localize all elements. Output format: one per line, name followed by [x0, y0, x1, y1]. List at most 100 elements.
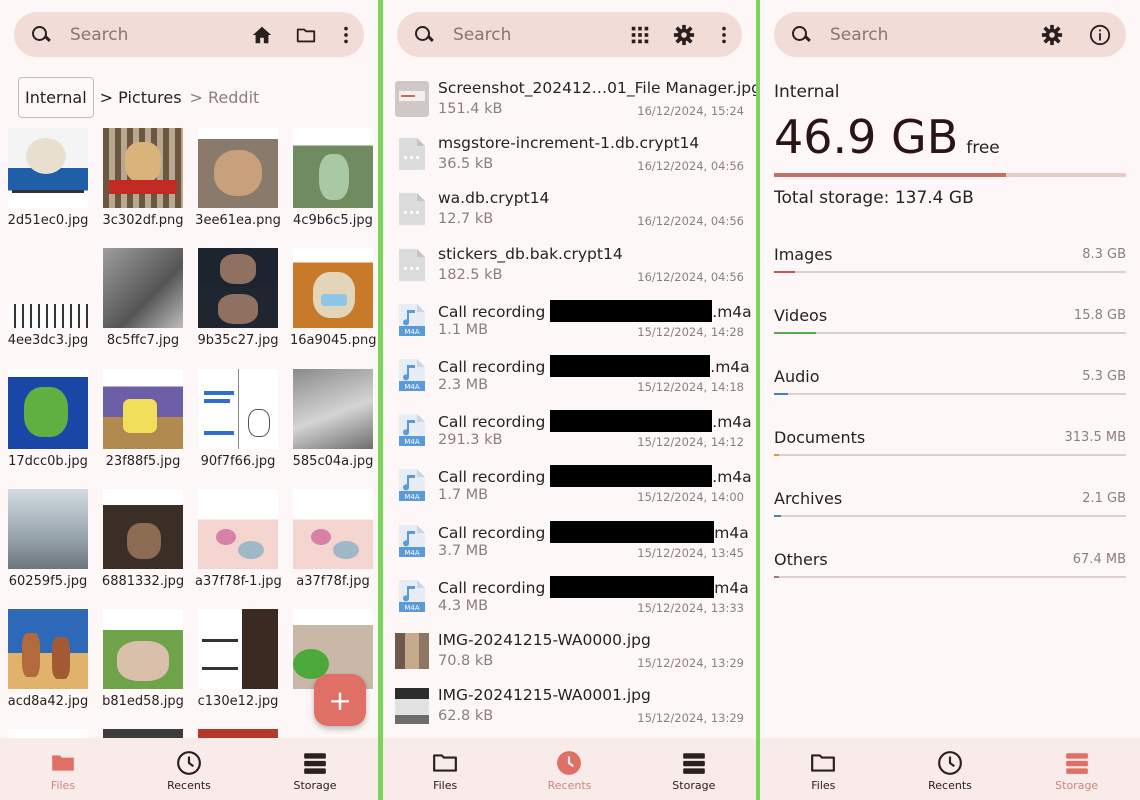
clock-icon	[938, 751, 962, 775]
list-item[interactable]: wa.db.crypt14 12.7 kB 16/12/2024, 04:56	[383, 185, 756, 240]
list-item[interactable]: Screenshot_202412…01_File Manager.jpg 15…	[383, 75, 756, 130]
nav-files[interactable]: Files	[383, 738, 507, 800]
home-icon[interactable]	[250, 23, 274, 47]
list-item[interactable]: M4A Call recording m4a 4.3 MB 15/12/2024…	[383, 572, 756, 627]
file-size: 1.1 MB	[438, 322, 489, 338]
grid-tile[interactable]: 23f88f5.jpg	[103, 369, 183, 469]
list-item[interactable]: IMG-20241215-WA0000.jpg 70.8 kB 15/12/20…	[383, 627, 756, 682]
grid-tile[interactable]: 585c04a.jpg	[293, 369, 373, 469]
file-size: 62.8 kB	[438, 708, 494, 724]
list-item[interactable]: M4A Call recording .m4a 1.7 MB 15/12/202…	[383, 461, 756, 516]
more-vert-icon[interactable]	[342, 23, 350, 47]
audio-file-icon: M4A	[399, 525, 425, 557]
nav-storage[interactable]: Storage	[252, 738, 378, 800]
grid-tile[interactable]: 17dcc0b.jpg	[8, 369, 88, 469]
category-images[interactable]: Images 8.3 GB	[774, 245, 1126, 285]
image-thumbnail	[103, 369, 183, 449]
grid-tile[interactable]: 90f7f66.jpg	[198, 369, 278, 469]
category-archives[interactable]: Archives 2.1 GB	[774, 489, 1126, 529]
category-name: Others	[774, 550, 828, 569]
file-name: IMG-20241215-WA0001.jpg	[438, 686, 651, 704]
category-size: 15.8 GB	[1073, 308, 1126, 323]
search-icon	[413, 24, 435, 46]
grid-view-icon[interactable]	[628, 23, 652, 47]
breadcrumb-pictures[interactable]: > Pictures	[100, 88, 182, 107]
search-bar[interactable]: Search	[397, 12, 742, 57]
category-others[interactable]: Others 67.4 MB	[774, 550, 1126, 590]
file-size: 3.7 MB	[438, 543, 489, 559]
breadcrumb-reddit[interactable]: > Reddit	[190, 88, 260, 107]
file-name: Call recording m4a	[438, 521, 749, 543]
nav-files[interactable]: Files	[0, 738, 126, 800]
nav-storage[interactable]: Storage	[632, 738, 756, 800]
search-bar[interactable]: Search	[14, 12, 364, 57]
grid-tile[interactable]: acd8a42.jpg	[8, 609, 88, 709]
grid-tile[interactable]: 4ee3dc3.jpg	[8, 248, 88, 348]
grid-tile[interactable]: 4c9b6c5.jpg	[293, 128, 373, 228]
file-name: stickers_db.bak.crypt14	[438, 245, 623, 263]
image-thumbnail	[395, 688, 429, 724]
redacted-block	[550, 576, 715, 598]
list-item[interactable]: msgstore-increment-1.db.crypt14 36.5 kB …	[383, 130, 756, 185]
tile-name: 585c04a.jpg	[292, 454, 374, 469]
list-item[interactable]: M4A Call recording .m4a 1.1 MB 15/12/202…	[383, 296, 756, 351]
list-item[interactable]: M4A Call recording .m4a 2.3 MB 15/12/202…	[383, 351, 756, 406]
add-fab-button[interactable]: +	[314, 674, 366, 726]
grid-tile[interactable]: 6881332.jpg	[101, 489, 185, 589]
nav-files[interactable]: Files	[760, 738, 887, 800]
grid-tile[interactable]: 3ee61ea.png	[195, 128, 281, 228]
list-item[interactable]: M4A Call recording .m4a 291.3 kB 15/12/2…	[383, 406, 756, 461]
nav-recents[interactable]: Recents	[507, 738, 631, 800]
image-thumbnail	[8, 248, 88, 328]
storage-icon	[682, 753, 705, 774]
category-documents[interactable]: Documents 313.5 MB	[774, 428, 1126, 468]
tile-name: a37f78f.jpg	[296, 574, 370, 589]
list-item[interactable]: M4A Call recording m4a 3.7 MB 15/12/2024…	[383, 517, 756, 572]
category-audio[interactable]: Audio 5.3 GB	[774, 367, 1126, 407]
grid-tile[interactable]: a37f78f.jpg	[293, 489, 373, 589]
file-size: 291.3 kB	[438, 432, 503, 448]
gear-icon[interactable]	[672, 23, 696, 47]
grid-tile[interactable]: b81ed58.jpg	[102, 609, 184, 709]
search-bar[interactable]: Search	[774, 12, 1126, 57]
image-thumbnail	[103, 489, 183, 569]
folder-icon[interactable]	[294, 23, 318, 47]
breadcrumb-internal[interactable]: Internal	[18, 77, 94, 118]
nav-storage[interactable]: Storage	[1013, 738, 1140, 800]
tile-name: 3c302df.png	[102, 213, 184, 228]
category-bar	[774, 332, 1126, 334]
tile-name: 6881332.jpg	[101, 574, 185, 589]
file-icon	[399, 138, 425, 170]
category-bar	[774, 576, 1126, 578]
grid-tile[interactable]: 9b35c27.jpg	[197, 248, 279, 348]
more-vert-icon[interactable]	[720, 23, 728, 47]
category-name: Audio	[774, 367, 820, 386]
grid-tile[interactable]: a37f78f-1.jpg	[195, 489, 282, 589]
grid-tile[interactable]: c130e12.jpg	[198, 609, 278, 709]
grid-tile[interactable]: 60259f5.jpg	[8, 489, 88, 589]
nav-recents[interactable]: Recents	[126, 738, 252, 800]
list-item[interactable]: IMG-20241215-WA0001.jpg 62.8 kB 15/12/20…	[383, 682, 756, 737]
nav-label: Storage	[1055, 779, 1099, 792]
category-videos[interactable]: Videos 15.8 GB	[774, 306, 1126, 346]
file-date: 15/12/2024, 14:28	[637, 325, 744, 339]
file-size: 1.7 MB	[438, 487, 489, 503]
info-icon[interactable]	[1088, 23, 1112, 47]
free-space: 46.9 GB free	[774, 110, 1000, 164]
category-bar-fill	[774, 271, 796, 273]
nav-label: Storage	[672, 779, 716, 792]
bottom-navigation: Files Recents Storage	[760, 738, 1140, 800]
grid-tile[interactable]: 8c5ffc7.jpg	[103, 248, 183, 348]
file-name: Screenshot_202412…01_File Manager.jpg	[438, 79, 756, 97]
redacted-block	[550, 521, 715, 543]
gear-icon[interactable]	[1040, 23, 1064, 47]
grid-tile[interactable]: 16a9045.png	[290, 248, 376, 348]
grid-tile[interactable]: 3c302df.png	[102, 128, 184, 228]
file-name: Call recording .m4a	[438, 300, 752, 322]
nav-label: Recents	[928, 779, 972, 792]
nav-recents[interactable]: Recents	[887, 738, 1014, 800]
grid-tile[interactable]: 2d51ec0.jpg	[8, 128, 88, 228]
file-icon	[399, 193, 425, 225]
total-storage: Total storage: 137.4 GB	[774, 188, 974, 208]
list-item[interactable]: stickers_db.bak.crypt14 182.5 kB 16/12/2…	[383, 241, 756, 296]
